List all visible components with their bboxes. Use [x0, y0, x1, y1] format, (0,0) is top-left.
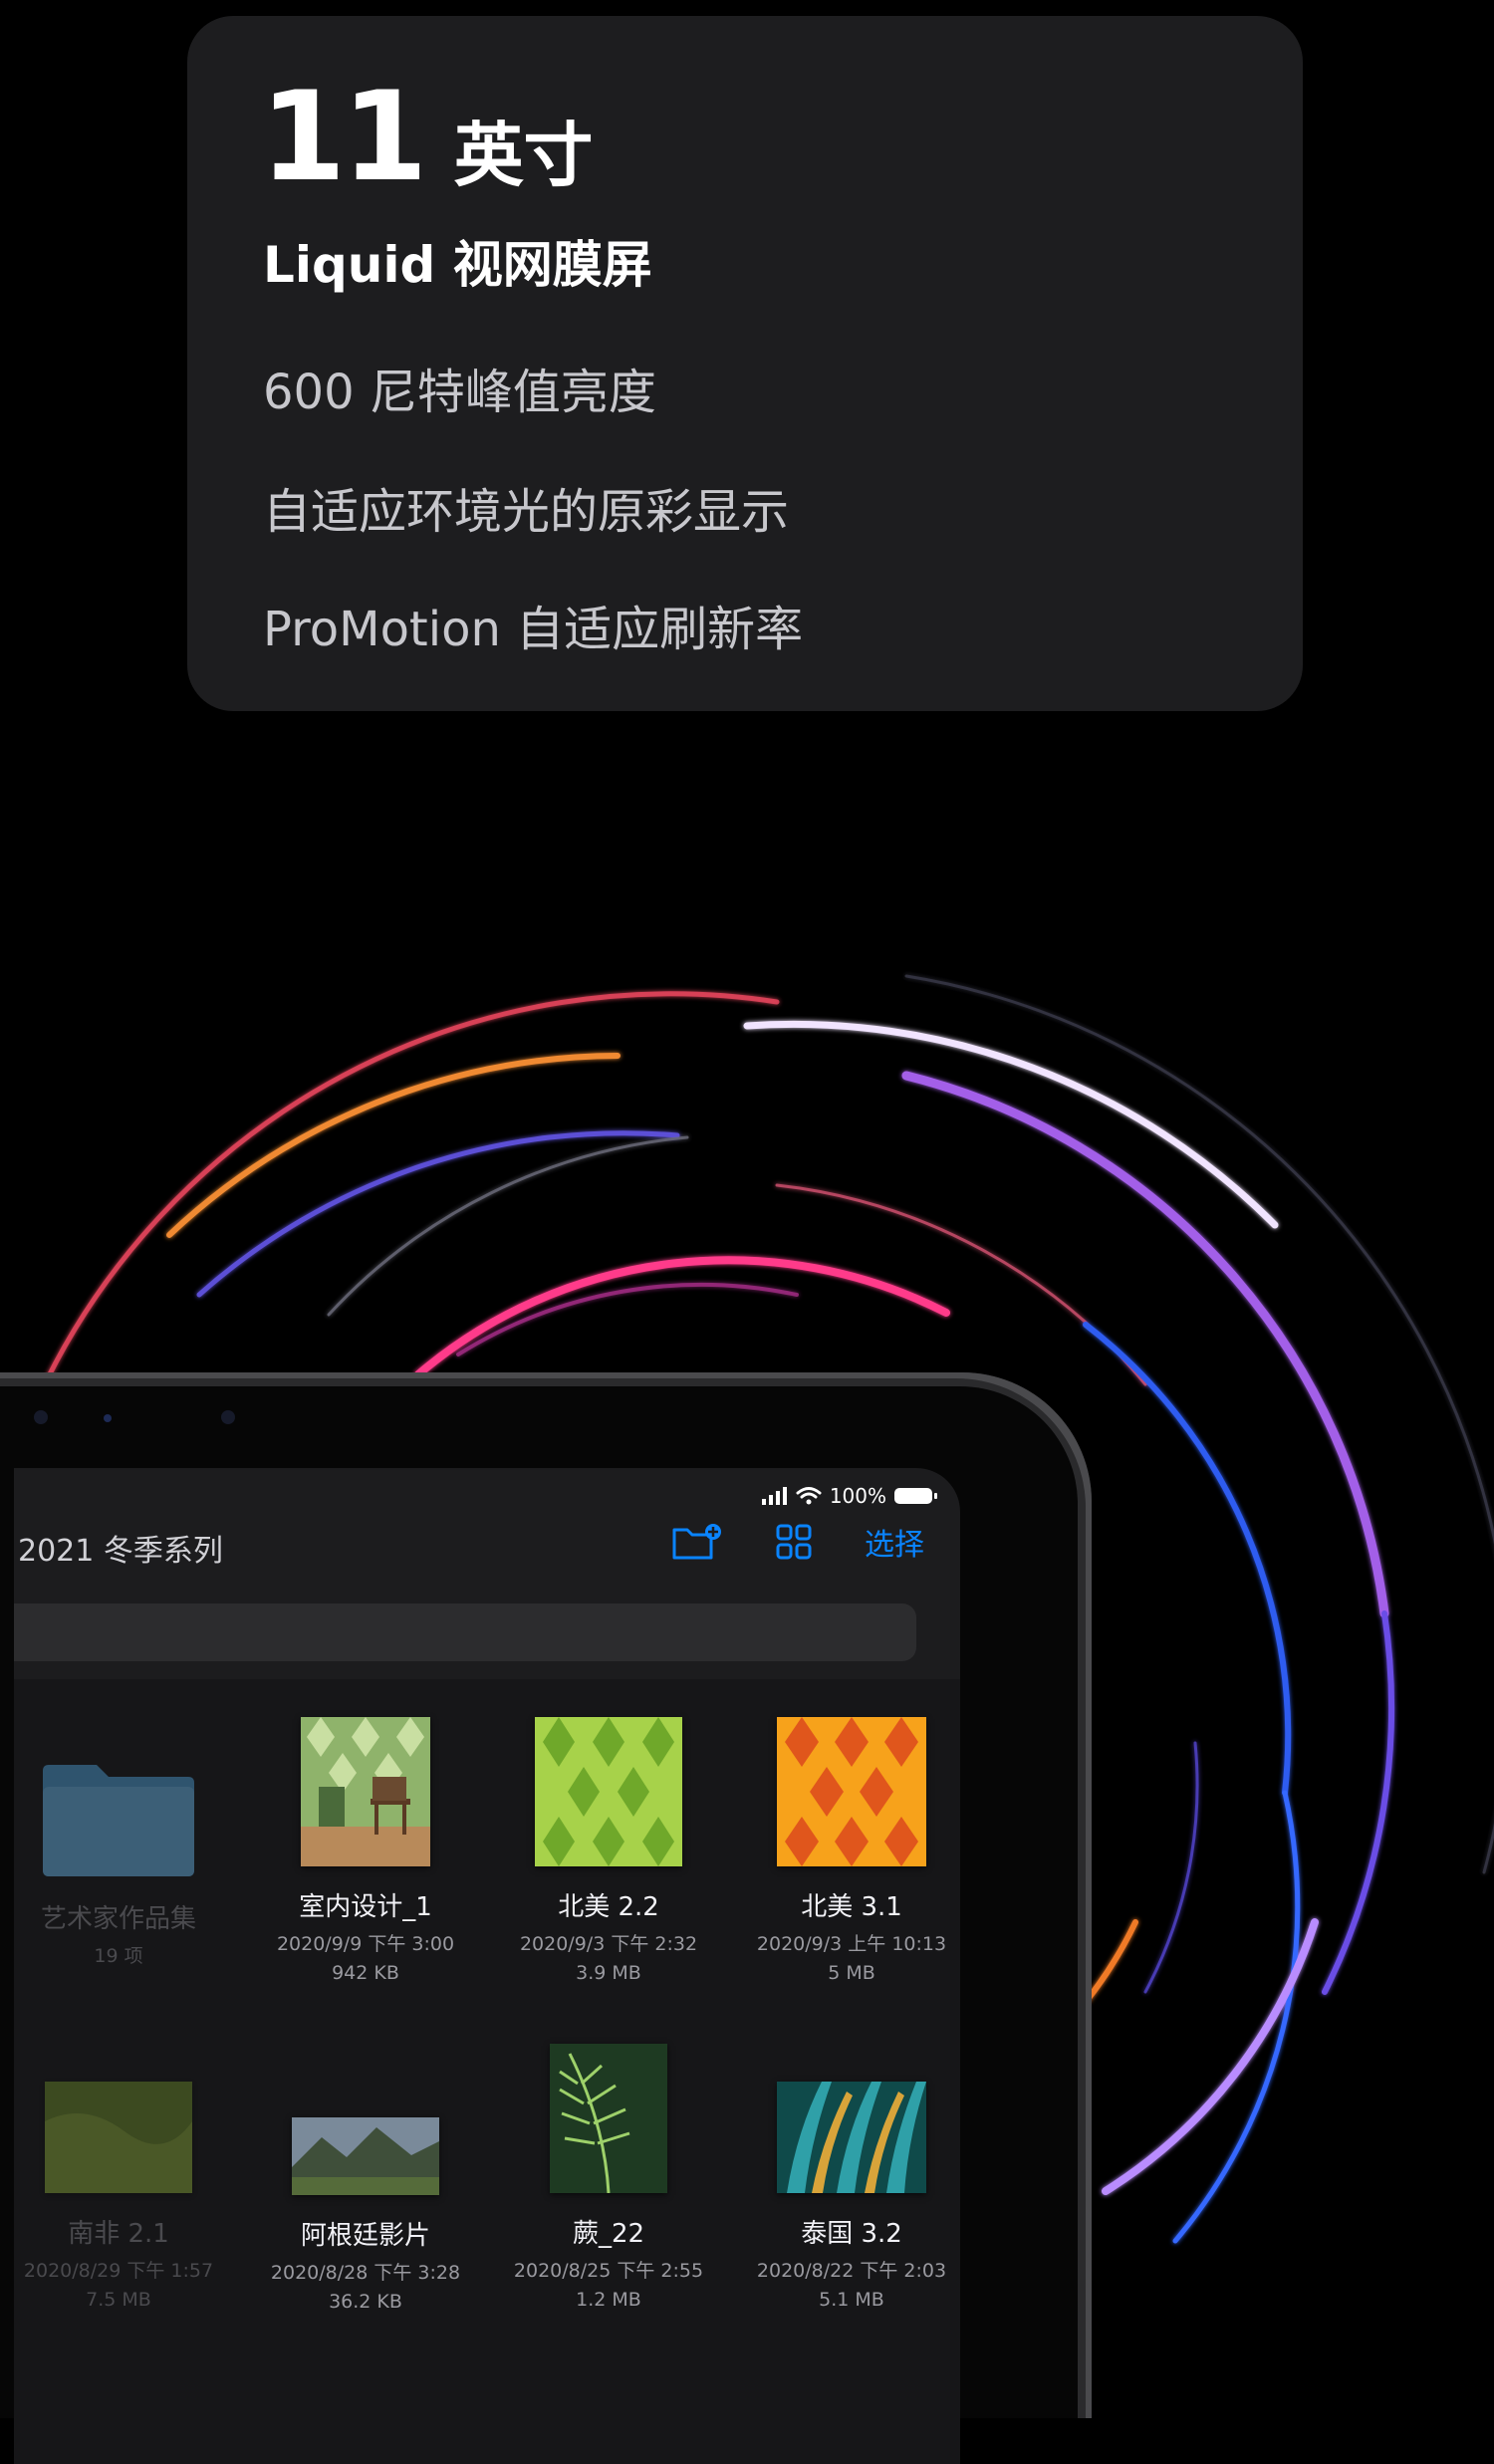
cellular-signal-icon — [761, 1487, 787, 1505]
new-folder-icon[interactable] — [671, 1522, 723, 1562]
file-item[interactable]: 北美 3.1 2020/9/3 上午 10:13 5 MB — [737, 1717, 960, 1984]
file-date: 2020/8/25 下午 2:55 — [513, 2260, 704, 2282]
file-thumbnail — [777, 2082, 926, 2193]
file-size: 1.2 MB — [576, 2289, 641, 2311]
file-size: 36.2 KB — [329, 2291, 402, 2313]
file-thumbnail — [45, 2082, 192, 2193]
ipad-device: 100% 2021 冬季系列 选择 艺术家作品集 19 项 室内设计_1 202… — [0, 1372, 1092, 2464]
grid-view-icon[interactable] — [775, 1523, 813, 1561]
feature-true-tone: 自适应环境光的原彩显示 — [263, 484, 790, 540]
file-name: 阿根廷影片 — [300, 2221, 430, 2251]
file-grid: 艺术家作品集 19 项 室内设计_1 2020/9/9 下午 3:00 942 … — [14, 1679, 960, 2464]
feature-brightness: 600 尼特峰值亮度 — [263, 365, 656, 420]
file-size: 5.1 MB — [819, 2289, 884, 2311]
status-bar: 100% — [761, 1484, 937, 1508]
file-thumbnail — [550, 2044, 667, 2194]
file-item[interactable]: 泰国 3.2 2020/8/22 下午 2:03 5.1 MB — [737, 2082, 960, 2311]
file-item[interactable]: 阿根廷影片 2020/8/28 下午 3:28 36.2 KB — [251, 2117, 480, 2313]
file-thumbnail — [292, 2117, 439, 2195]
screen-size-number: 11 — [260, 66, 428, 209]
folder-title: 2021 冬季系列 — [18, 1534, 223, 1569]
wifi-icon — [796, 1487, 822, 1505]
display-name: Liquid 视网膜屏 — [263, 236, 652, 294]
file-name: 泰国 3.2 — [801, 2219, 902, 2249]
screen-size-unit: 英寸 — [453, 115, 594, 196]
file-name: 蕨_22 — [572, 2219, 645, 2249]
feature-promotion: ProMotion 自适应刷新率 — [263, 602, 804, 657]
folder-icon — [43, 1765, 194, 1876]
file-size: 3.9 MB — [576, 1962, 641, 1984]
ipad-bezel: 100% 2021 冬季系列 选择 艺术家作品集 19 项 室内设计_1 202… — [0, 1386, 1078, 2464]
display-spec-card: 11 英寸 Liquid 视网膜屏 600 尼特峰值亮度 自适应环境光的原彩显示… — [187, 16, 1303, 711]
file-date: 2020/8/29 下午 1:57 — [23, 2260, 214, 2282]
file-item[interactable]: 室内设计_1 2020/9/9 下午 3:00 942 KB — [251, 1717, 480, 1984]
file-date: 2020/9/3 下午 2:32 — [519, 1933, 698, 1955]
file-name: 北美 3.1 — [801, 1892, 902, 1922]
file-item[interactable]: 北美 2.2 2020/9/3 下午 2:32 3.9 MB — [494, 1717, 723, 1984]
file-name: 南非 2.1 — [68, 2219, 169, 2249]
file-item-folder[interactable]: 艺术家作品集 19 项 — [14, 1729, 233, 1968]
file-thumbnail — [535, 1717, 682, 1866]
search-bar[interactable] — [14, 1603, 916, 1661]
file-name: 艺术家作品集 — [40, 1904, 196, 1934]
file-size: 942 KB — [332, 1962, 399, 1984]
file-date: 2020/9/9 下午 3:00 — [276, 1933, 455, 1955]
files-app-screen: 100% 2021 冬季系列 选择 艺术家作品集 19 项 室内设计_1 202… — [14, 1468, 960, 2464]
file-size: 5 MB — [828, 1962, 875, 1984]
battery-percent: 100% — [829, 1484, 886, 1508]
file-name: 北美 2.2 — [558, 1892, 659, 1922]
sensor-dot — [104, 1414, 112, 1422]
file-date: 2020/8/28 下午 3:28 — [270, 2262, 461, 2284]
file-date: 2020/8/22 下午 2:03 — [756, 2260, 947, 2282]
file-item[interactable]: 南非 2.1 2020/8/29 下午 1:57 7.5 MB — [14, 2082, 233, 2311]
file-name: 室内设计_1 — [299, 1892, 432, 1922]
file-date: 2020/9/3 上午 10:13 — [756, 1933, 947, 1955]
nav-actions: 选择 — [671, 1520, 924, 1564]
battery-icon — [894, 1488, 937, 1504]
screen-size: 11 英寸 — [260, 76, 594, 200]
camera-dot — [221, 1410, 235, 1424]
file-size: 19 项 — [94, 1945, 143, 1967]
file-item[interactable]: 蕨_22 2020/8/25 下午 2:55 1.2 MB — [494, 2044, 723, 2311]
file-thumbnail — [777, 1717, 926, 1866]
sensor-dot — [34, 1410, 48, 1424]
file-size: 7.5 MB — [86, 2289, 151, 2311]
file-thumbnail — [301, 1717, 430, 1866]
select-button[interactable]: 选择 — [865, 1520, 924, 1564]
